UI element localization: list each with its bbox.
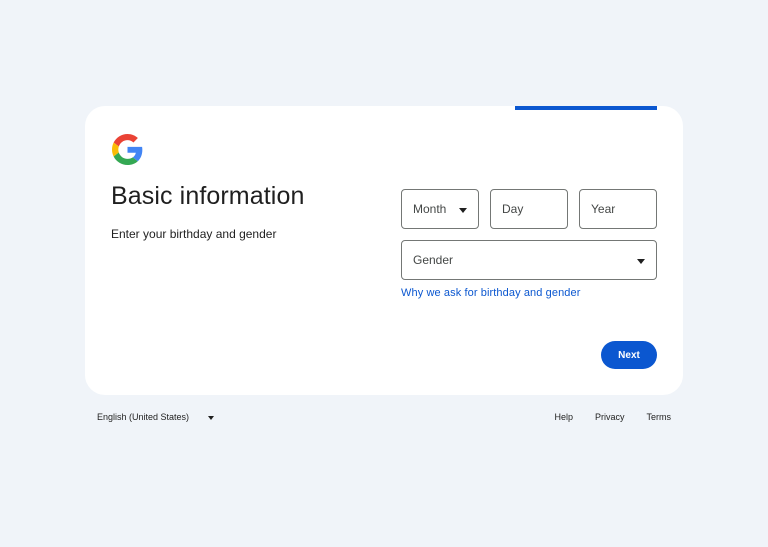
gender-select[interactable]: Gender	[401, 240, 657, 280]
page-title: Basic information	[111, 182, 305, 210]
page: Basic information Enter your birthday an…	[0, 0, 768, 547]
help-link[interactable]: Help	[554, 412, 573, 422]
year-input-label: Year	[591, 202, 616, 216]
chevron-down-icon[interactable]	[208, 416, 214, 420]
day-input-label: Day	[502, 202, 524, 216]
gender-select-label: Gender	[413, 253, 454, 267]
signup-card: Basic information Enter your birthday an…	[85, 106, 683, 395]
month-select[interactable]: Month	[401, 189, 479, 229]
terms-link[interactable]: Terms	[647, 412, 672, 422]
footer: English (United States) Help Privacy Ter…	[85, 406, 683, 430]
google-logo-icon	[112, 134, 143, 165]
next-button[interactable]: Next	[601, 341, 657, 369]
chevron-down-icon	[459, 208, 467, 213]
progress-bar	[515, 106, 657, 110]
language-selector[interactable]: English (United States)	[97, 412, 189, 422]
day-input[interactable]: Day	[490, 189, 568, 229]
year-input[interactable]: Year	[579, 189, 657, 229]
footer-links: Help Privacy Terms	[554, 412, 671, 422]
chevron-down-icon	[637, 259, 645, 264]
why-birthday-gender-link[interactable]: Why we ask for birthday and gender	[401, 287, 581, 299]
page-subtitle: Enter your birthday and gender	[111, 227, 277, 241]
month-select-label: Month	[413, 202, 447, 216]
privacy-link[interactable]: Privacy	[595, 412, 625, 422]
